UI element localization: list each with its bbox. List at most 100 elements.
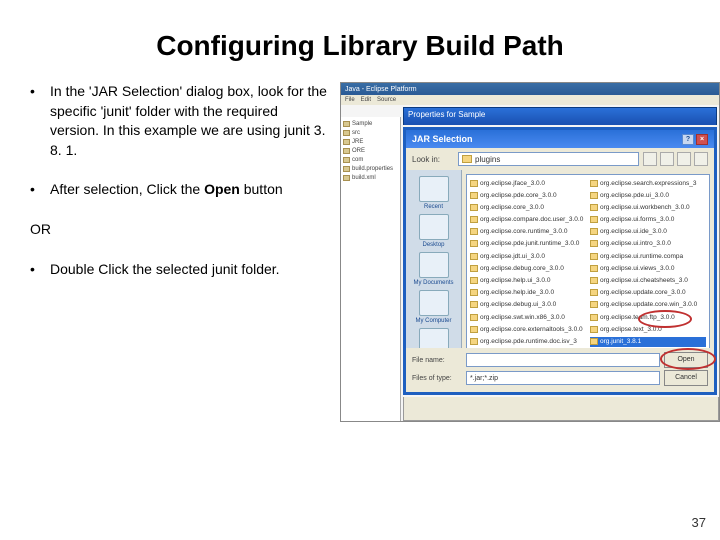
instructions-column: • In the 'JAR Selection' dialog box, loo… (30, 82, 330, 422)
bullet-dot: • (30, 180, 50, 200)
folder-icon (470, 240, 478, 247)
file-label: org.eclipse.core.runtime_3.0.0 (480, 228, 567, 235)
place-computer[interactable]: My Computer (410, 290, 458, 324)
menu-file[interactable]: File (345, 97, 355, 103)
place-label: Desktop (422, 242, 444, 248)
list-item-selected[interactable]: org.junit_3.8.1 (590, 337, 706, 347)
pkg-item[interactable]: JRE (343, 137, 398, 146)
list-item[interactable]: org.eclipse.debug.core_3.0.0 (470, 263, 586, 273)
pkg-item[interactable]: src (343, 128, 398, 137)
place-label: My Computer (415, 318, 451, 324)
place-mydocs[interactable]: My Documents (410, 252, 458, 286)
nav-icons (643, 152, 708, 166)
folder-icon (343, 130, 350, 136)
list-item[interactable]: org.eclipse.update.core_3.0.0 (590, 288, 706, 298)
pkg-label: JRE (352, 139, 363, 145)
list-item[interactable]: org.eclipse.swt.win.x86_3.0.0 (470, 312, 586, 322)
package-explorer: Sample src JRE ORE com build.properties … (341, 117, 401, 421)
list-item[interactable]: org.eclipse.update.core.win_3.0.0 (590, 300, 706, 310)
file-label: org.eclipse.debug.ui_3.0.0 (480, 301, 556, 308)
folder-icon (590, 216, 598, 223)
folder-icon (343, 121, 350, 127)
list-item[interactable]: org.eclipse.help.ui_3.0.0 (470, 276, 586, 286)
list-item[interactable]: org.eclipse.pde.runtime.doc.isv_3 (470, 337, 586, 347)
pkg-item[interactable]: com (343, 155, 398, 164)
close-icon[interactable]: × (696, 134, 708, 145)
folder-icon (470, 301, 478, 308)
folder-icon (590, 289, 598, 296)
list-item[interactable]: org.eclipse.core_3.0.0 (470, 202, 586, 212)
folder-icon (470, 265, 478, 272)
eclipse-titlebar: Java - Eclipse Platform (341, 83, 719, 95)
list-item[interactable]: org.eclipse.ui.forms_3.0.0 (590, 215, 706, 225)
filetype-dropdown[interactable]: *.jar;*.zip (466, 371, 660, 385)
place-label: Recent (424, 204, 443, 210)
list-item[interactable]: org.eclipse.debug.ui_3.0.0 (470, 300, 586, 310)
folder-icon (343, 148, 350, 154)
list-item[interactable]: org.eclipse.ui.views_3.0.0 (590, 263, 706, 273)
filename-input[interactable] (466, 353, 660, 367)
pkg-item[interactable]: build.xml (343, 173, 398, 182)
list-item[interactable]: org.eclipse.core.externaltools_3.0.0 (470, 324, 586, 334)
folder-icon (470, 277, 478, 284)
back-icon[interactable] (643, 152, 657, 166)
list-item[interactable]: org.eclipse.jface_3.0.0 (470, 178, 586, 188)
file-label: org.eclipse.swt.win.x86_3.0.0 (480, 314, 565, 321)
list-item[interactable]: org.eclipse.ui.ide_3.0.0 (590, 227, 706, 237)
list-item[interactable]: org.eclipse.compare.doc.user_3.0.0 (470, 215, 586, 225)
eclipse-menubar: File Edit Source (341, 95, 719, 105)
lookin-dropdown[interactable]: plugins (458, 152, 639, 166)
pkg-label: ORE (352, 148, 365, 154)
file-label: org.eclipse.ui.intro_3.0.0 (600, 240, 671, 247)
list-item[interactable]: org.eclipse.pde.core_3.0.0 (470, 190, 586, 200)
places-bar: Recent Desktop My Documents My Computer … (406, 170, 462, 368)
file-label: org.eclipse.core_3.0.0 (480, 204, 544, 211)
folder-icon (343, 157, 350, 163)
file-label: org.eclipse.pde.ui_3.0.0 (600, 192, 669, 199)
pkg-item[interactable]: build.properties (343, 164, 398, 173)
file-label: org.eclipse.ui.forms_3.0.0 (600, 216, 674, 223)
file-label: org.eclipse.update.core.win_3.0.0 (600, 301, 697, 308)
annotation-circle-junit (638, 310, 692, 328)
folder-icon (590, 277, 598, 284)
list-item[interactable]: org.eclipse.ui.cheatsheets_3.0 (590, 276, 706, 286)
folder-icon (590, 228, 598, 235)
list-item[interactable]: org.eclipse.core.runtime_3.0.0 (470, 227, 586, 237)
new-folder-icon[interactable] (677, 152, 691, 166)
pkg-item[interactable]: Sample (343, 119, 398, 128)
file-label: org.eclipse.compare.doc.user_3.0.0 (480, 216, 583, 223)
folder-icon (590, 338, 598, 345)
file-list[interactable]: org.eclipse.jface_3.0.0 org.eclipse.sear… (466, 174, 710, 364)
menu-edit[interactable]: Edit (361, 97, 371, 103)
place-desktop[interactable]: Desktop (410, 214, 458, 248)
pkg-label: build.properties (352, 166, 393, 172)
list-item[interactable]: org.eclipse.jdt.ui_3.0.0 (470, 251, 586, 261)
file-label: org.eclipse.ui.cheatsheets_3.0 (600, 277, 688, 284)
pkg-item[interactable]: ORE (343, 146, 398, 155)
list-item[interactable]: org.eclipse.help.ide_3.0.0 (470, 288, 586, 298)
help-icon[interactable]: ? (682, 134, 694, 145)
menu-source[interactable]: Source (377, 97, 396, 103)
folder-icon (470, 326, 478, 333)
file-label: org.eclipse.ui.views_3.0.0 (600, 265, 674, 272)
lookin-value: plugins (475, 155, 500, 164)
eclipse-screenshot: Java - Eclipse Platform File Edit Source… (340, 82, 720, 422)
folder-icon (470, 289, 478, 296)
place-recent[interactable]: Recent (410, 176, 458, 210)
list-item[interactable]: org.eclipse.pde.junit.runtime_3.0.0 (470, 239, 586, 249)
list-item[interactable]: org.eclipse.ui.workbench_3.0.0 (590, 202, 706, 212)
file-icon (343, 166, 350, 172)
bullet-text-bold: Open (204, 181, 240, 197)
cancel-button[interactable]: Cancel (664, 370, 708, 386)
file-label: org.eclipse.jdt.ui_3.0.0 (480, 253, 545, 260)
list-item[interactable]: org.eclipse.search.expressions_3 (590, 178, 706, 188)
place-label: My Documents (413, 280, 453, 286)
list-item[interactable]: org.eclipse.pde.ui_3.0.0 (590, 190, 706, 200)
up-icon[interactable] (660, 152, 674, 166)
view-icon[interactable] (694, 152, 708, 166)
list-item[interactable]: org.eclipse.ui.runtime.compa (590, 251, 706, 261)
list-item[interactable]: org.eclipse.ui.intro_3.0.0 (590, 239, 706, 249)
properties-titlebar: Properties for Sample (403, 107, 717, 125)
pkg-label: com (352, 157, 363, 163)
file-label: org.eclipse.pde.core_3.0.0 (480, 192, 557, 199)
